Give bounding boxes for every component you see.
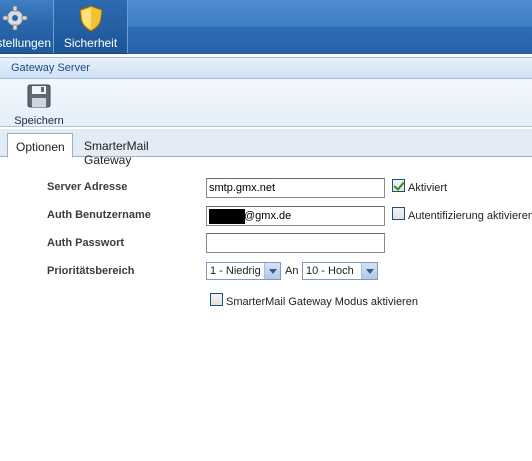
auth-username-label: Auth Benutzername xyxy=(47,209,151,221)
top-navigation-bar: Einstellungen Sicherheit xyxy=(0,0,532,54)
gateway-mode-checkbox[interactable] xyxy=(210,293,223,306)
panel-title: Gateway Server xyxy=(11,62,90,74)
auth-required-label: Autentifizierung aktivieren xyxy=(408,210,532,222)
gateway-mode-label: SmarterMail Gateway Modus aktivieren xyxy=(226,296,418,308)
auth-required-checkbox[interactable] xyxy=(392,207,405,220)
enabled-label: Aktiviert xyxy=(408,182,448,194)
auth-username-suffix: @gmx.de xyxy=(244,210,292,222)
top-bar-highlight xyxy=(128,0,532,27)
nav-security-button[interactable]: Sicherheit xyxy=(53,0,128,53)
nav-settings-button[interactable]: Einstellungen xyxy=(0,0,52,53)
enabled-checkbox[interactable] xyxy=(392,179,405,192)
save-button[interactable]: Speichern xyxy=(10,82,68,127)
chevron-down-icon xyxy=(264,263,280,279)
auth-password-input[interactable] xyxy=(206,233,385,253)
gear-icon xyxy=(2,5,28,31)
redacted-username xyxy=(209,209,245,224)
priority-to-select[interactable]: 10 - Hoch xyxy=(302,262,378,280)
panel-header: Gateway Server xyxy=(0,57,532,79)
save-button-label: Speichern xyxy=(14,115,64,127)
nav-security-label: Sicherheit xyxy=(63,36,118,50)
floppy-disk-icon xyxy=(27,84,51,108)
nav-settings-label: Einstellungen xyxy=(0,36,52,50)
top-bar-shade xyxy=(128,27,532,54)
priority-to-value: 10 - Hoch xyxy=(306,265,354,277)
priority-from-select[interactable]: 1 - Niedrig xyxy=(206,262,281,280)
tab-smartermail-gateway[interactable]: SmarterMail Gateway xyxy=(76,133,206,167)
chevron-down-icon xyxy=(361,263,377,279)
auth-password-label: Auth Passwort xyxy=(47,237,125,249)
server-address-input[interactable]: smtp.gmx.net xyxy=(206,178,385,198)
tab-options[interactable]: Optionen xyxy=(7,133,73,158)
tab-strip: Optionen SmarterMail Gateway xyxy=(0,129,532,167)
priority-from-value: 1 - Niedrig xyxy=(210,265,261,277)
shield-icon xyxy=(78,5,103,32)
priority-separator: An xyxy=(285,265,299,277)
auth-username-input[interactable]: @gmx.de xyxy=(206,206,385,226)
server-address-label: Server Adresse xyxy=(47,181,128,193)
action-toolbar: Speichern xyxy=(0,79,532,127)
priority-range-label: Prioritätsbereich xyxy=(47,265,135,277)
